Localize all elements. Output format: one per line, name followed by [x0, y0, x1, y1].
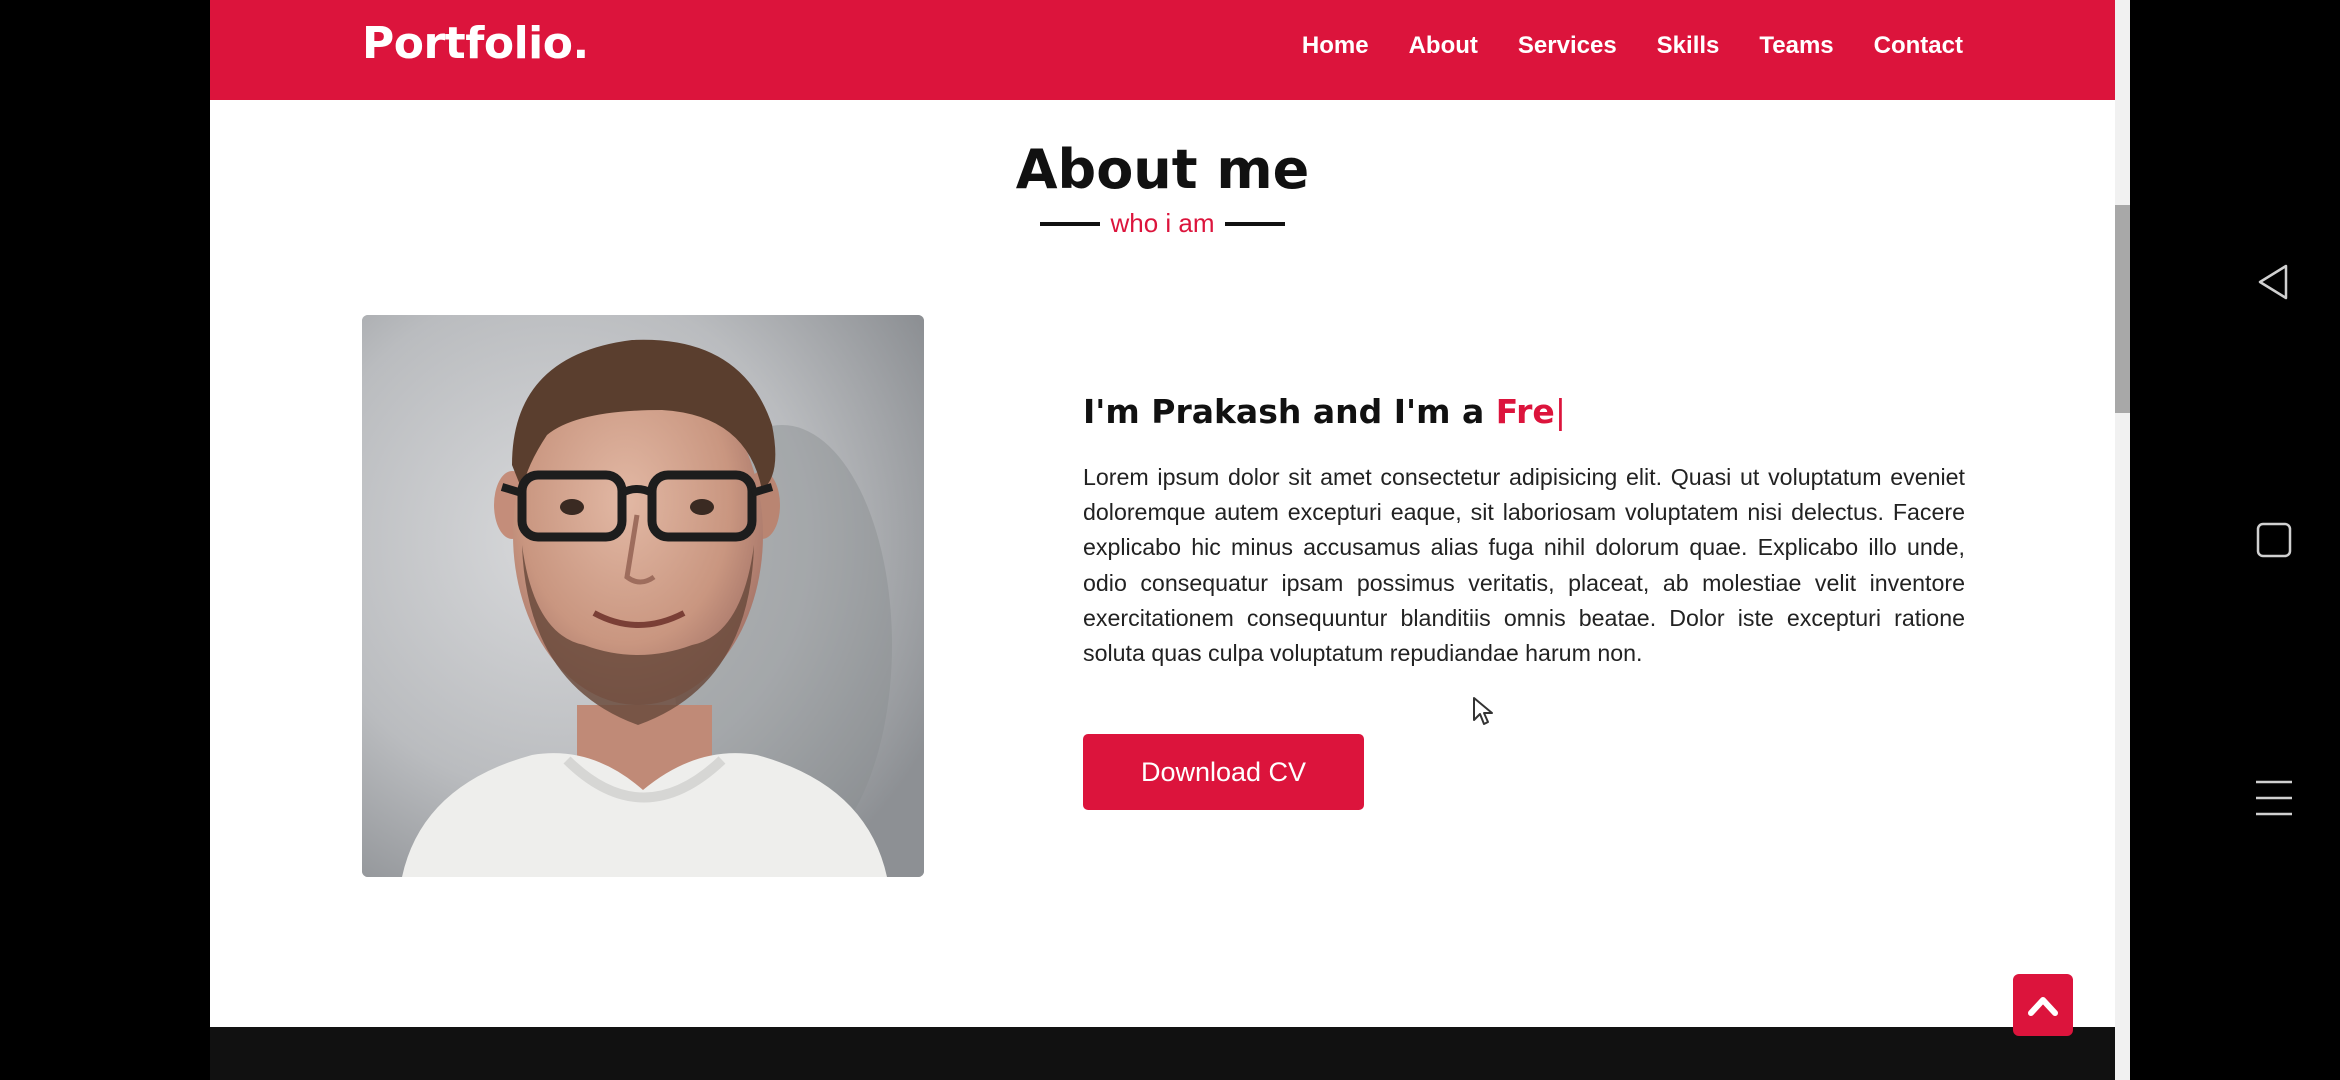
mouse-cursor-icon [1473, 697, 1493, 725]
scrollbar-thumb[interactable] [2115, 205, 2130, 413]
chevron-up-icon [2028, 997, 2058, 1016]
next-section-dark [210, 1027, 2115, 1080]
nav-item-home[interactable]: Home [1302, 32, 1369, 60]
section-title: About me [1015, 138, 1310, 201]
system-navigation-bar [2130, 0, 2340, 1080]
nav-item-teams[interactable]: Teams [1759, 32, 1833, 60]
menu-lines-icon[interactable] [2254, 778, 2294, 818]
navbar: Portfolio. Home About Services Skills Te… [210, 0, 2115, 100]
nav-item-skills[interactable]: Skills [1657, 32, 1720, 60]
about-headline: I'm Prakash and I'm a Fre| [1083, 392, 1566, 431]
subtitle-text: who i am [1110, 208, 1215, 238]
website-page: Portfolio. Home About Services Skills Te… [210, 0, 2115, 1080]
divider-left [1040, 221, 1101, 226]
about-paragraph: Lorem ipsum dolor sit amet consectetur a… [1083, 464, 1965, 667]
page-scrollbar[interactable] [2115, 0, 2130, 1080]
portrait-illustration [362, 315, 924, 877]
back-triangle-icon[interactable] [2254, 262, 2294, 302]
scroll-to-top-button[interactable] [2013, 974, 2073, 1036]
headline-prefix: I'm Prakash and I'm a [1083, 392, 1496, 431]
download-cv-button[interactable]: Download CV [1083, 734, 1364, 810]
typed-text: Fre [1495, 392, 1555, 431]
section-subtitle: who i am [210, 208, 2115, 239]
nav-item-contact[interactable]: Contact [1874, 32, 1963, 60]
typing-caret: | [1554, 392, 1566, 431]
logo[interactable]: Portfolio. [362, 18, 589, 69]
home-square-icon[interactable] [2254, 520, 2294, 560]
profile-photo [362, 315, 924, 877]
nav-item-about[interactable]: About [1409, 32, 1478, 60]
nav-menu: Home About Services Skills Teams Contact [1302, 32, 1963, 60]
divider-right [1224, 221, 1285, 226]
nav-item-services[interactable]: Services [1518, 32, 1617, 60]
